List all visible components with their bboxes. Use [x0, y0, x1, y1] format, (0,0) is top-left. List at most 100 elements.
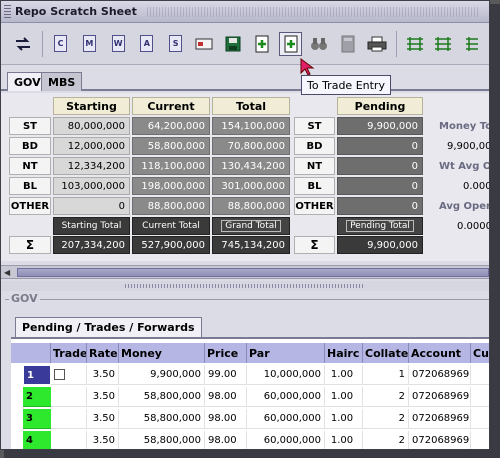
- custo-cell[interactable]: [471, 431, 489, 449]
- starting-value: 12,000,000: [53, 137, 130, 155]
- row-label: ST: [9, 117, 51, 135]
- rate-cell[interactable]: 3.50: [87, 365, 119, 385]
- current-value: 118,100,000: [132, 157, 210, 175]
- price-cell[interactable]: 98.00: [205, 431, 247, 449]
- pending-row-label: NT: [294, 157, 335, 175]
- collateral-cell[interactable]: 2: [363, 409, 409, 429]
- calculator-icon[interactable]: [336, 32, 360, 56]
- tab-mbs[interactable]: MBS: [41, 72, 83, 91]
- column-header[interactable]: Trade: [51, 343, 87, 363]
- par-cell[interactable]: 60,000,000: [247, 409, 325, 429]
- collateral-cell[interactable]: 2: [363, 387, 409, 407]
- tab-strip: GOV MBS: [1, 67, 489, 91]
- starting-total-value: 207,334,200: [53, 236, 130, 254]
- pending-value: 0: [337, 157, 423, 175]
- money-cell[interactable]: 9,900,000: [119, 365, 205, 385]
- collateral-cell[interactable]: 2: [363, 431, 409, 449]
- money-cell[interactable]: 58,800,000: [119, 387, 205, 407]
- rate-cell[interactable]: 3.50: [87, 409, 119, 429]
- starting-total-label: Starting Total: [53, 217, 130, 235]
- row-number[interactable]: 2: [23, 387, 51, 407]
- doc-s-icon[interactable]: S: [164, 32, 188, 56]
- column-header[interactable]: Account: [409, 343, 471, 363]
- doc-c-icon[interactable]: C: [49, 32, 73, 56]
- row-label: OTHER: [9, 197, 51, 215]
- column-header[interactable]: Rate: [87, 343, 119, 363]
- account-cell[interactable]: 072068969: [409, 387, 471, 407]
- header-total: Total: [212, 97, 290, 115]
- starting-value: 103,000,000: [53, 177, 130, 195]
- row-number[interactable]: 4: [23, 431, 51, 449]
- account-cell[interactable]: 072068969: [409, 409, 471, 429]
- rate-cell[interactable]: 3.50: [87, 387, 119, 407]
- trade-cell[interactable]: [51, 387, 87, 407]
- custo-cell[interactable]: [471, 409, 489, 429]
- trade-cell[interactable]: [51, 409, 87, 429]
- tab-pending-trades-forwards[interactable]: Pending / Trades / Forwards: [15, 317, 202, 337]
- trade-cell[interactable]: [51, 431, 87, 449]
- id-card-icon[interactable]: [192, 32, 216, 56]
- haircut-cell[interactable]: 1.00: [325, 431, 363, 449]
- price-cell[interactable]: 98.00: [205, 409, 247, 429]
- starting-value: 0: [53, 197, 130, 215]
- trades-grid: Trade Rate Money Price Par Hairc Collater Accou…: [11, 337, 489, 449]
- account-cell[interactable]: 072068969: [409, 431, 471, 449]
- price-cell[interactable]: 98.00: [205, 387, 247, 407]
- grid-edit-icon[interactable]: [460, 32, 484, 56]
- money-cell[interactable]: 58,800,000: [119, 431, 205, 449]
- save-disk-icon[interactable]: [221, 32, 245, 56]
- collateral-cell[interactable]: 1: [363, 365, 409, 385]
- trade-checkbox[interactable]: [54, 369, 65, 380]
- pending-row-label: ST: [294, 117, 335, 135]
- pane-splitter[interactable]: [1, 281, 489, 291]
- par-cell[interactable]: 60,000,000: [247, 387, 325, 407]
- row-number[interactable]: 3: [23, 409, 51, 429]
- grid-add-icon[interactable]: [403, 32, 427, 56]
- haircut-cell[interactable]: 1.00: [325, 387, 363, 407]
- summary-panel: Starting Current Total Pending ST 80,000,…: [1, 93, 489, 261]
- doc-w-icon[interactable]: W: [106, 32, 130, 56]
- title-bar[interactable]: Repo Scratch Sheet: [1, 1, 489, 23]
- binoculars-icon[interactable]: [307, 32, 331, 56]
- total-value: 130,434,200: [212, 157, 290, 175]
- gov-group-legend: GOV: [9, 292, 40, 305]
- column-header[interactable]: Price: [205, 343, 247, 363]
- account-cell[interactable]: 072068969: [409, 365, 471, 385]
- row-number[interactable]: 1: [23, 365, 51, 385]
- custo-cell[interactable]: [471, 387, 489, 407]
- trade-entry-icon[interactable]: [278, 31, 303, 56]
- haircut-cell[interactable]: 1.00: [325, 409, 363, 429]
- scroll-thumb[interactable]: [17, 268, 489, 277]
- total-value: 88,800,000: [212, 197, 290, 215]
- horizontal-scrollbar[interactable]: ◀: [1, 265, 489, 279]
- column-header[interactable]: Hairc: [325, 343, 363, 363]
- doc-a-icon[interactable]: A: [135, 32, 159, 56]
- pending-row-label: BL: [294, 177, 335, 195]
- column-header[interactable]: Collater: [363, 343, 409, 363]
- pending-row-label: OTHER: [294, 197, 335, 215]
- row-label: BL: [9, 177, 51, 195]
- trade-cell[interactable]: [51, 365, 87, 385]
- total-value: 154,100,000: [212, 117, 290, 135]
- rate-cell[interactable]: 3.50: [87, 431, 119, 449]
- doc-m-icon[interactable]: M: [77, 32, 101, 56]
- column-header[interactable]: Custo: [471, 343, 489, 363]
- add-page-icon[interactable]: [250, 32, 274, 56]
- grid-remove-icon[interactable]: [431, 32, 455, 56]
- money-cell[interactable]: 58,800,000: [119, 409, 205, 429]
- avg-open-value: 0.00000: [457, 221, 489, 232]
- scroll-left-icon[interactable]: ◀: [4, 268, 10, 277]
- haircut-cell[interactable]: 1.00: [325, 365, 363, 385]
- printer-icon[interactable]: [365, 32, 389, 56]
- column-header[interactable]: Money: [119, 343, 205, 363]
- custo-cell[interactable]: [471, 365, 489, 385]
- sigma-label: Σ: [9, 236, 51, 254]
- par-cell[interactable]: 10,000,000: [247, 365, 325, 385]
- pending-value: 9,900,000: [337, 117, 423, 135]
- swap-arrows-icon[interactable]: [11, 32, 35, 56]
- current-total-value: 527,900,000: [132, 236, 210, 254]
- window-shadow-bottom: [4, 450, 500, 458]
- column-header[interactable]: Par: [247, 343, 325, 363]
- price-cell[interactable]: 99.00: [205, 365, 247, 385]
- par-cell[interactable]: 60,000,000: [247, 431, 325, 449]
